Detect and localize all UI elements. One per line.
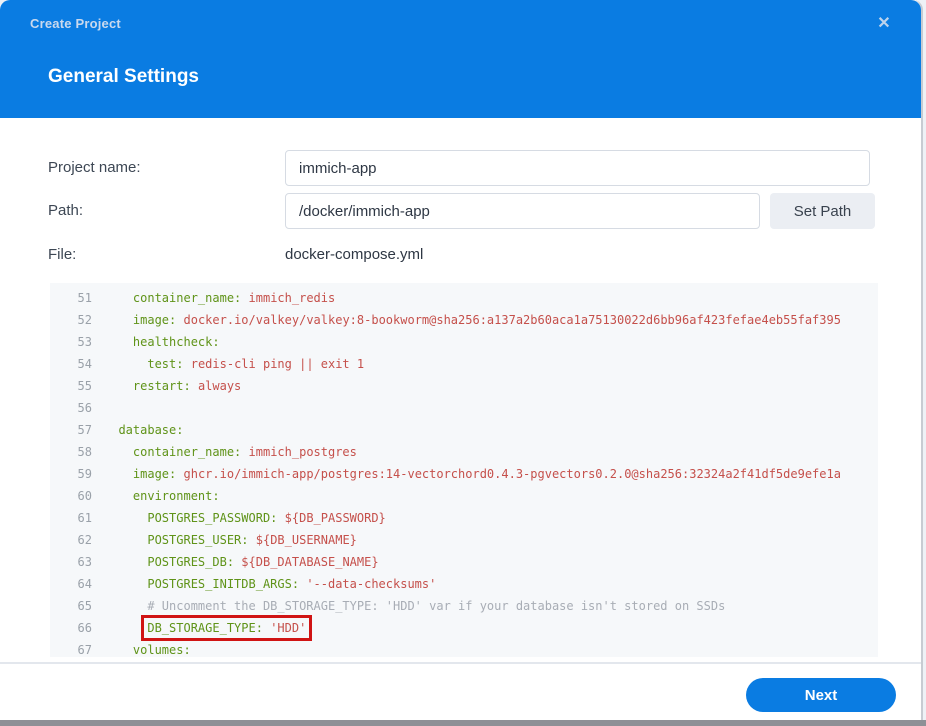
- line-number: 67: [77, 643, 92, 657]
- line-number: 56: [77, 401, 92, 415]
- code-line: 56: [50, 397, 878, 419]
- line-number: 57: [77, 423, 92, 437]
- code-line: 58 container_name: immich_postgres: [50, 441, 878, 463]
- code-content: POSTGRES_USER: ${DB_USERNAME}: [147, 533, 357, 547]
- code-line: 55 restart: always: [50, 375, 878, 397]
- close-icon[interactable]: ✕: [873, 13, 895, 35]
- code-line: 54 test: redis-cli ping || exit 1: [50, 353, 878, 375]
- line-number: 58: [77, 445, 92, 459]
- code-content: POSTGRES_INITDB_ARGS: '--data-checksums': [147, 577, 437, 591]
- page-title: General Settings: [48, 66, 199, 87]
- code-line: 53 healthcheck:: [50, 331, 878, 353]
- project-name-label: Project name:: [48, 159, 141, 176]
- file-value: docker-compose.yml: [285, 246, 424, 263]
- line-number: 64: [77, 577, 92, 591]
- project-name-input[interactable]: [285, 150, 870, 186]
- line-number: 51: [77, 291, 92, 305]
- code-line: 61 POSTGRES_PASSWORD: ${DB_PASSWORD}: [50, 507, 878, 529]
- code-content: image: docker.io/valkey/valkey:8-bookwor…: [132, 313, 841, 327]
- code-content: # Uncomment the DB_STORAGE_TYPE: 'HDD' v…: [147, 599, 726, 613]
- code-content: image: ghcr.io/immich-app/postgres:14-ve…: [132, 467, 841, 481]
- code-content: [92, 397, 104, 419]
- code-content: database:: [118, 423, 184, 437]
- line-number: 63: [77, 555, 92, 569]
- code-line: 65 # Uncomment the DB_STORAGE_TYPE: 'HDD…: [50, 595, 878, 617]
- path-label: Path:: [48, 202, 84, 219]
- line-number: 61: [77, 511, 92, 525]
- line-number: 53: [77, 335, 92, 349]
- window-title: Create Project: [30, 16, 121, 31]
- highlighted-code: DB_STORAGE_TYPE: 'HDD': [141, 615, 313, 641]
- code-line: 59 image: ghcr.io/immich-app/postgres:14…: [50, 463, 878, 485]
- line-number: 62: [77, 533, 92, 547]
- code-content: DB_STORAGE_TYPE: 'HDD': [92, 615, 313, 641]
- code-content: POSTGRES_PASSWORD: ${DB_PASSWORD}: [147, 511, 386, 525]
- code-line: 64 POSTGRES_INITDB_ARGS: '--data-checksu…: [50, 573, 878, 595]
- set-path-button[interactable]: Set Path: [770, 193, 875, 229]
- code-content: healthcheck:: [132, 335, 220, 349]
- code-line: 66 DB_STORAGE_TYPE: 'HDD': [50, 615, 878, 641]
- code-line: 52 image: docker.io/valkey/valkey:8-book…: [50, 309, 878, 331]
- code-content: volumes:: [132, 643, 191, 657]
- code-line: 62 POSTGRES_USER: ${DB_USERNAME}: [50, 529, 878, 551]
- path-input[interactable]: [285, 193, 760, 229]
- code-content: container_name: immich_redis: [132, 291, 336, 305]
- screenshot-stage: Create Project ✕ General Settings Projec…: [0, 0, 926, 726]
- yaml-code-editor[interactable]: 51 container_name: immich_redis 52 image:…: [50, 283, 878, 657]
- code-content: environment:: [132, 489, 220, 503]
- footer-divider: [0, 662, 921, 664]
- code-line: 60 environment:: [50, 485, 878, 507]
- code-line: 57 database:: [50, 419, 878, 441]
- code-line: 63 POSTGRES_DB: ${DB_DATABASE_NAME}: [50, 551, 878, 573]
- line-number: 54: [77, 357, 92, 371]
- line-number: 55: [77, 379, 92, 393]
- code-line: 67 volumes:: [50, 639, 878, 657]
- code-content: container_name: immich_postgres: [132, 445, 357, 459]
- dialog-header: Create Project ✕ General Settings: [0, 0, 921, 118]
- line-number: 52: [77, 313, 92, 327]
- file-label: File:: [48, 246, 77, 263]
- code-content: restart: always: [132, 379, 242, 393]
- next-button[interactable]: Next: [746, 678, 896, 712]
- code-line: 51 container_name: immich_redis: [50, 287, 878, 309]
- line-number: 66: [77, 621, 92, 635]
- line-number: 60: [77, 489, 92, 503]
- create-project-dialog: Create Project ✕ General Settings Projec…: [0, 0, 923, 721]
- code-content: POSTGRES_DB: ${DB_DATABASE_NAME}: [147, 555, 379, 569]
- line-number: 59: [77, 467, 92, 481]
- window-bottom-edge: [0, 720, 926, 726]
- code-content: test: redis-cli ping || exit 1: [147, 357, 365, 371]
- line-number: 65: [77, 599, 92, 613]
